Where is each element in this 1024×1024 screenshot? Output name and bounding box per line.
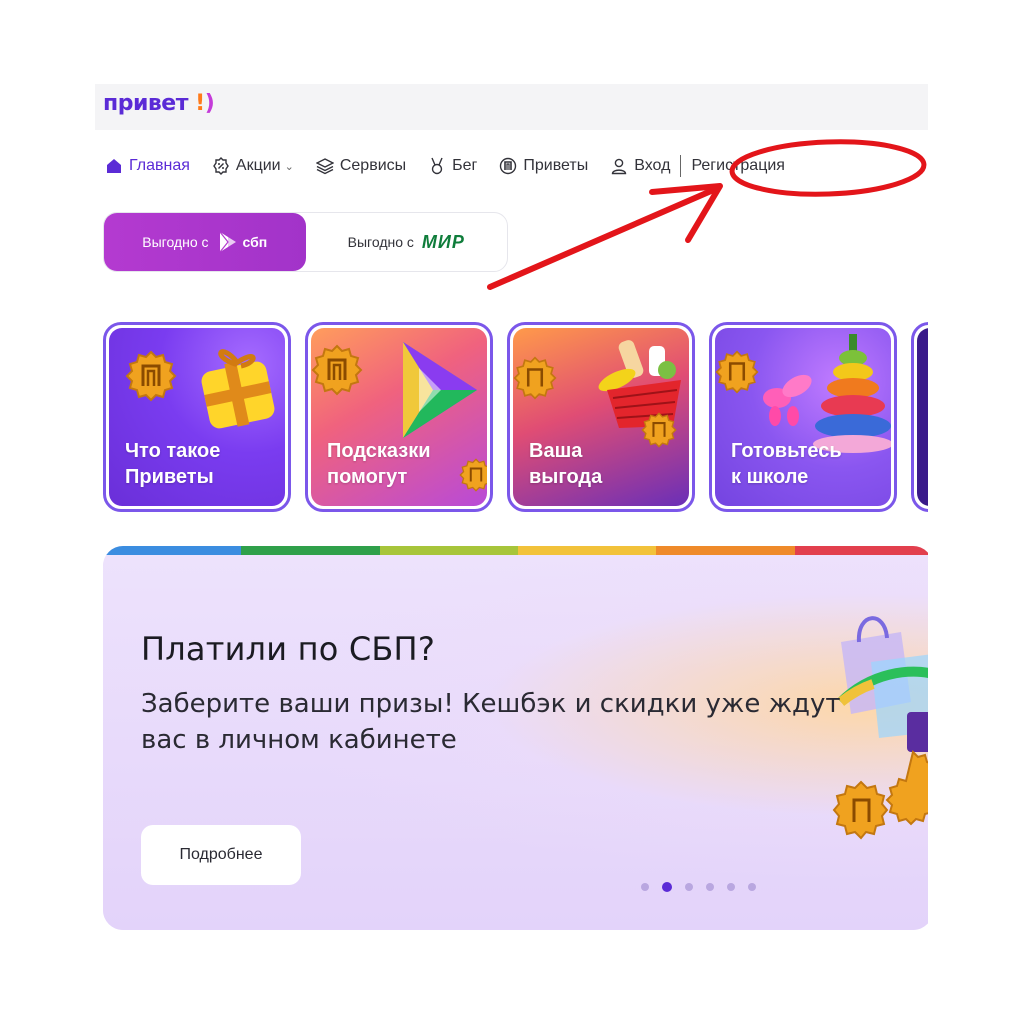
promo-banner[interactable]: Платили по СБП? Заберите ваши призы! Кеш… [103, 546, 928, 930]
carousel-dot[interactable] [727, 883, 735, 891]
gift-icon [201, 349, 275, 429]
banner-title: Платили по СБП? [141, 630, 435, 668]
sbp-logo-icon [219, 231, 236, 253]
promo-toggle-label: Выгодно с [142, 234, 209, 250]
story-card[interactable]: Ваша выгода [507, 322, 695, 512]
nav-item-services[interactable]: Сервисы [315, 157, 407, 175]
play-logo-icon [403, 342, 477, 438]
story-card[interactable]: Подсказки помогут [305, 322, 493, 512]
nav-divider [680, 155, 682, 177]
medal-icon [428, 157, 446, 175]
carousel-dot-active[interactable] [662, 882, 672, 892]
coin-icon [311, 344, 363, 396]
login-label: Вход [634, 157, 671, 174]
story-title: Готовьтесь к школе [731, 440, 842, 488]
register-link[interactable]: Регистрация [691, 157, 785, 175]
details-button[interactable]: Подробнее [141, 825, 301, 885]
banner-rainbow-strip [103, 546, 928, 555]
carousel-dots [641, 882, 769, 892]
sbp-logo: сбп [217, 230, 267, 254]
banner-subtitle: Заберите ваши призы! Кешбэк и скидки уже… [141, 689, 841, 755]
balloon-dog-icon [763, 374, 812, 426]
story-title: Ваша выгода [529, 440, 603, 488]
carousel-dot[interactable] [748, 883, 756, 891]
nav-item-label: Приветы [523, 157, 589, 174]
register-label: Регистрация [691, 157, 785, 174]
nav-item-running[interactable]: Бег [428, 157, 477, 175]
promo-toggle-label: Выгодно с [347, 234, 414, 250]
nav-item-home[interactable]: Главная [105, 157, 190, 175]
mir-logo: МИР [421, 231, 465, 252]
user-icon [610, 157, 628, 175]
coin-icon [513, 356, 557, 400]
story-card[interactable] [911, 322, 928, 512]
logo[interactable]: привет !) [103, 91, 215, 116]
coin-icon [641, 412, 677, 448]
promo-toggle: Выгодно с сбп Выгодно с МИР [103, 212, 508, 272]
nav-item-privety[interactable]: Приветы [499, 157, 588, 175]
coin-icon [459, 458, 487, 492]
top-bar: привет !) [95, 84, 928, 130]
home-icon [105, 157, 123, 175]
page-viewport: привет !) Главная Акции ⌄ Сервисы Бег Пр… [95, 84, 928, 944]
promo-toggle-sbp[interactable]: Выгодно с сбп [104, 213, 306, 271]
carousel-dot[interactable] [706, 883, 714, 891]
nav-item-label: Главная [129, 157, 190, 174]
nav-item-label: Бег [452, 157, 478, 174]
coin-icon [499, 157, 517, 175]
carousel-dot[interactable] [685, 883, 693, 891]
main-nav: Главная Акции ⌄ Сервисы Бег Приветы Вход… [105, 150, 807, 182]
discount-icon [212, 157, 230, 175]
chevron-down-icon: ⌄ [284, 160, 294, 173]
login-link[interactable]: Вход [610, 157, 670, 175]
carousel-dot[interactable] [641, 883, 649, 891]
coin-icon [125, 350, 177, 402]
coin-icon [715, 350, 759, 394]
layers-icon [315, 157, 334, 175]
nav-item-promotions[interactable]: Акции ⌄ [212, 157, 294, 175]
nav-item-label: Сервисы [339, 157, 407, 174]
story-title: Что такое Приветы [125, 440, 221, 488]
story-card[interactable]: Что такое Приветы [103, 322, 291, 512]
nav-item-label: Акции [235, 157, 281, 174]
stories-carousel: Что такое Приветы Подсказки помогут Ваша… [103, 322, 928, 512]
promo-toggle-mir[interactable]: Выгодно с МИР [306, 213, 508, 271]
story-title: Подсказки помогут [327, 440, 431, 488]
story-card[interactable]: Готовьтесь к школе [709, 322, 897, 512]
